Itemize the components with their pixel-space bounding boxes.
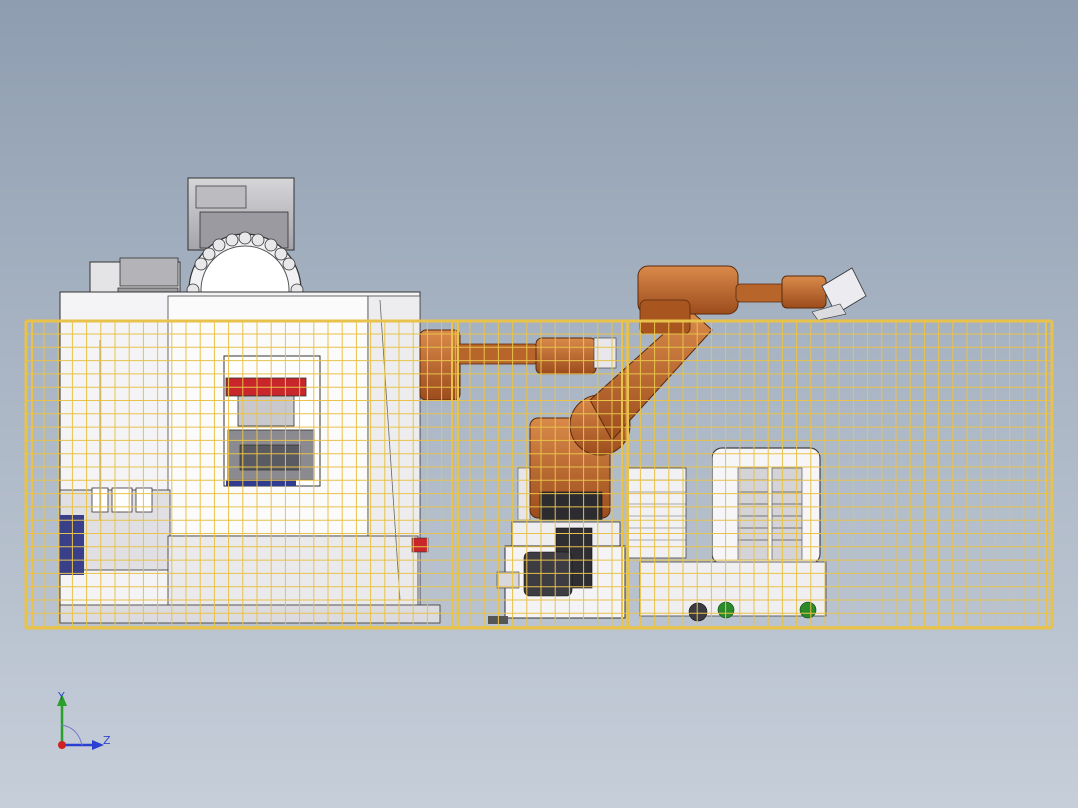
z-axis-label: Z <box>103 734 111 747</box>
coordinate-triad-icon: Y Z <box>57 690 111 750</box>
part-stack <box>627 467 687 559</box>
robot-arm-raised-pose <box>637 265 867 335</box>
y-axis-label: Y <box>57 690 65 703</box>
cad-viewport[interactable]: Y Z <box>0 0 1078 808</box>
